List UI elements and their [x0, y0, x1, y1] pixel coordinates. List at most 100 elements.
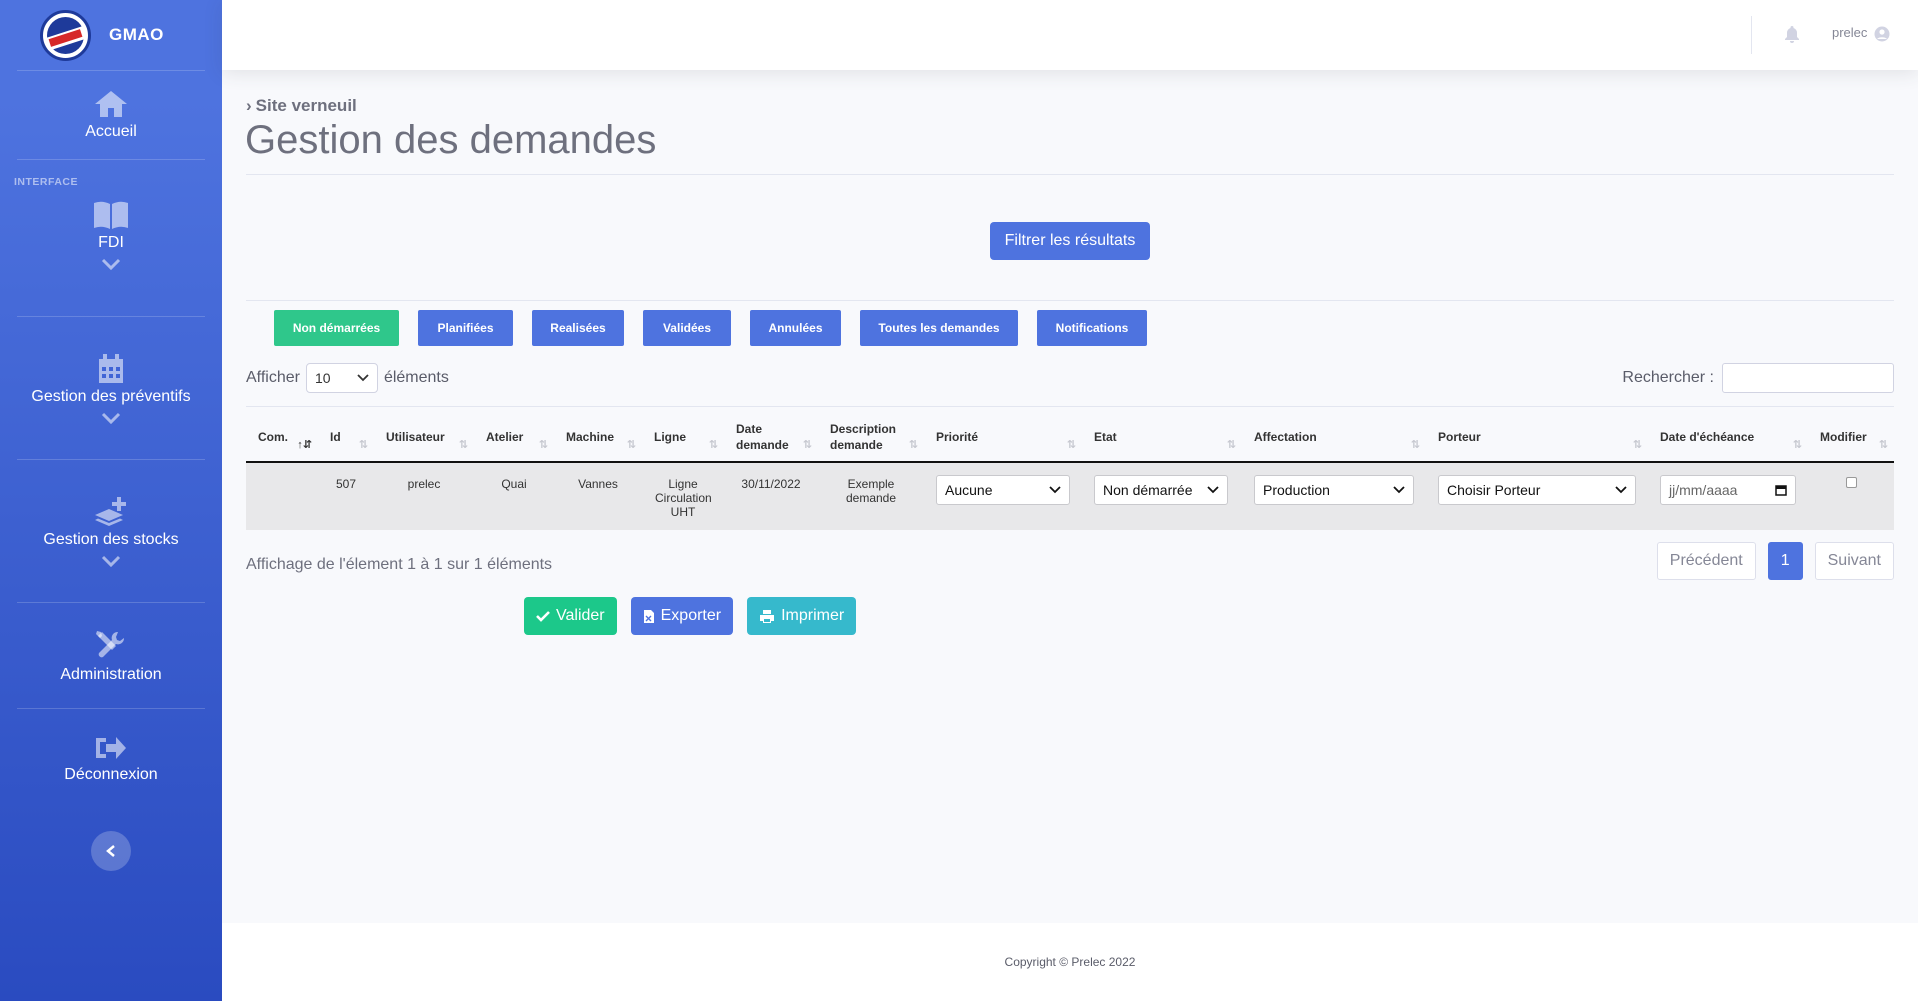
calendar-icon[interactable]: [1775, 484, 1787, 496]
sidebar-item-preventifs[interactable]: Gestion des préventifs: [0, 317, 222, 459]
sort-icon: ⇅: [1878, 439, 1888, 451]
column-header-date-echeance[interactable]: Date d'échéance ⇅: [1648, 412, 1808, 463]
sort-asc-icon: ↑⇵: [297, 439, 312, 451]
sort-icon: ⇅: [908, 439, 918, 451]
column-header-description[interactable]: Description demande ⇅: [818, 412, 924, 463]
cell-utilisateur: prelec: [407, 477, 441, 491]
sidebar-toggle-button[interactable]: [91, 831, 131, 871]
validate-button[interactable]: Valider: [524, 597, 617, 635]
sidebar-item-label: FDI: [98, 234, 124, 251]
cell-priorite: Aucune: [924, 462, 1082, 530]
chevron-down-icon: [1393, 486, 1405, 494]
sidebar-item-accueil[interactable]: Accueil: [0, 71, 222, 159]
sidebar-item-fdi[interactable]: FDI: [0, 196, 222, 316]
pagination-next[interactable]: Suivant: [1814, 542, 1894, 580]
sidebar-brand[interactable]: GMAO: [0, 0, 222, 70]
print-button[interactable]: Imprimer: [747, 597, 857, 635]
sidebar-item-label: Accueil: [85, 123, 137, 140]
copyright-text: Copyright © Prelec 2022: [1004, 955, 1136, 969]
state-select[interactable]: Non démarrée: [1094, 475, 1228, 505]
sort-icon: ⇅: [1410, 439, 1420, 451]
bell-icon[interactable]: [1784, 25, 1800, 43]
page-length-select[interactable]: 10: [305, 363, 378, 393]
sidebar-item-administration[interactable]: Administration: [0, 603, 222, 708]
tab-toutes-demandes[interactable]: Toutes les demandes: [860, 310, 1018, 346]
column-header-utilisateur[interactable]: Utilisateur ⇅: [374, 412, 474, 463]
brand-name: GMAO: [109, 25, 164, 44]
filter-results-button[interactable]: Filtrer les résultats: [990, 222, 1150, 260]
chevron-right-icon: ›: [246, 96, 252, 115]
cell-id: 507: [335, 477, 357, 491]
sign-out-icon: [96, 737, 126, 759]
cell-affectation: Production: [1242, 462, 1426, 530]
cell-description: Exemple demande: [845, 477, 897, 505]
cell-etat: Non démarrée: [1082, 462, 1242, 530]
search-input[interactable]: [1722, 363, 1894, 393]
column-header-affectation[interactable]: Affectation ⇅: [1242, 412, 1426, 463]
table-row: 507 prelec Quai Vannes Ligne Circulation…: [246, 462, 1894, 530]
sidebar-item-deconnexion[interactable]: Déconnexion: [0, 709, 222, 809]
column-header-atelier[interactable]: Atelier ⇅: [474, 412, 554, 463]
footer: Copyright © Prelec 2022: [222, 923, 1918, 1001]
cell-atelier: Quai: [501, 477, 527, 491]
pagination-previous[interactable]: Précédent: [1656, 542, 1756, 580]
pagination: Précédent 1 Suivant: [1656, 542, 1894, 580]
column-header-com[interactable]: Com. ↑⇵: [246, 412, 318, 463]
topbar-divider: [1751, 16, 1752, 54]
tab-notifications[interactable]: Notifications: [1037, 310, 1147, 346]
column-header-priorite[interactable]: Priorité ⇅: [924, 412, 1082, 463]
cell-com: [246, 462, 318, 530]
column-header-modifier[interactable]: Modifier ⇅: [1808, 412, 1894, 463]
tab-annulees[interactable]: Annulées: [750, 310, 841, 346]
cell-modifier: [1808, 462, 1894, 530]
tab-non-demarrees[interactable]: Non démarrées: [274, 310, 399, 346]
print-icon: [760, 609, 775, 623]
sidebar: GMAO Accueil INTERFACE FDI Gestion des p…: [0, 0, 222, 1001]
chevron-down-icon: [101, 412, 121, 424]
topbar: prelec: [222, 0, 1918, 70]
action-buttons: Valider Exporter Imprimer: [524, 597, 857, 635]
home-icon: [95, 91, 127, 117]
tab-planifiees[interactable]: Planifiées: [418, 310, 513, 346]
brand-logo: [40, 9, 91, 61]
column-header-ligne[interactable]: Ligne ⇅: [642, 412, 724, 463]
sidebar-item-label: Gestion des préventifs: [31, 388, 191, 405]
breadcrumb: › Site verneuil: [246, 96, 357, 115]
length-suffix: éléments: [383, 369, 449, 386]
priority-select[interactable]: Aucune: [936, 475, 1070, 505]
sidebar-heading: INTERFACE: [14, 176, 79, 188]
pagination-page-current[interactable]: 1: [1767, 542, 1803, 580]
table-info: Affichage de l'élement 1 à 1 sur 1 éléme…: [246, 556, 553, 573]
sidebar-item-label: Administration: [60, 665, 162, 683]
chevron-down-icon: [101, 555, 121, 567]
carrier-select[interactable]: Choisir Porteur: [1438, 475, 1636, 505]
column-header-etat[interactable]: Etat ⇅: [1082, 412, 1242, 463]
divider: [246, 406, 1894, 407]
sort-icon: ⇅: [1226, 439, 1236, 451]
sort-icon: ⇅: [1632, 439, 1642, 451]
cell-porteur: Choisir Porteur: [1426, 462, 1648, 530]
cell-date-echeance: jj/mm/aaaa: [1648, 462, 1808, 530]
chevron-down-icon: [1615, 486, 1627, 494]
sidebar-item-label: Gestion des stocks: [43, 531, 179, 548]
tab-validees[interactable]: Validées: [643, 310, 731, 346]
sidebar-item-stocks[interactable]: Gestion des stocks: [0, 460, 222, 602]
modify-checkbox[interactable]: [1845, 477, 1857, 488]
user-circle-icon[interactable]: [1874, 26, 1890, 42]
chevron-down-icon: [1207, 486, 1219, 494]
sidebar-item-label: Déconnexion: [64, 766, 158, 783]
topbar-username[interactable]: prelec: [1832, 25, 1867, 40]
divider: [246, 300, 1894, 301]
assignment-select[interactable]: Production: [1254, 475, 1414, 505]
requests-table: Com. ↑⇵ Id ⇅ Utilisateur ⇅ Atelier ⇅ Machine…: [246, 412, 1894, 530]
column-header-date-demande[interactable]: Date demande ⇅: [724, 412, 818, 463]
tab-realisees[interactable]: Realisées: [532, 310, 624, 346]
due-date-input[interactable]: jj/mm/aaaa: [1660, 475, 1796, 505]
column-header-id[interactable]: Id ⇅: [318, 412, 374, 463]
column-header-machine[interactable]: Machine ⇅: [554, 412, 642, 463]
export-button[interactable]: Exporter: [630, 597, 734, 635]
chevron-down-icon: [101, 258, 121, 270]
sort-icon: ⇅: [802, 439, 812, 451]
cell-date-demande: 30/11/2022: [741, 477, 801, 491]
column-header-porteur[interactable]: Porteur ⇅: [1426, 412, 1648, 463]
